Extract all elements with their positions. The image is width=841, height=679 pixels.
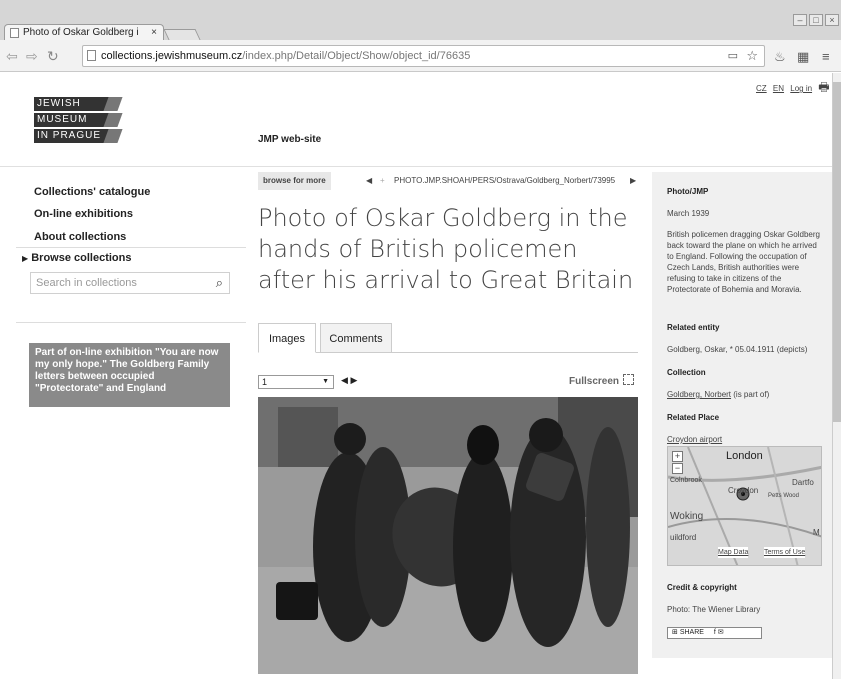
description-text: British policemen dragging Oskar Goldber… — [667, 230, 820, 294]
browse-bar: browse for more ◀ + PHOTO.JMP.SHOAH/PERS… — [258, 172, 638, 190]
map-label: Woking — [670, 511, 704, 522]
credit-label: Credit & copyright — [667, 583, 737, 592]
forward-icon[interactable]: ⇨ — [26, 48, 38, 65]
page-title: Photo of Oskar Goldberg in the hands of … — [258, 204, 634, 294]
reload-icon[interactable]: ↻ — [47, 48, 59, 65]
map-label: M — [813, 528, 820, 537]
url-path: /index.php/Detail/Object/Show/object_id/… — [242, 50, 471, 62]
date-value: March 1939 — [667, 209, 710, 218]
tab-comments[interactable]: Comments — [320, 323, 392, 353]
new-tab-button[interactable] — [163, 29, 201, 40]
share-icon: ⊞ — [672, 629, 678, 636]
menu-collections-catalogue[interactable]: Collections' catalogue — [34, 186, 150, 198]
page-select[interactable]: 1 ▼ — [258, 375, 334, 389]
search-icon[interactable]: ⌕ — [216, 273, 223, 293]
map-label: Croydon — [728, 486, 759, 495]
fullscreen-icon[interactable] — [623, 374, 634, 385]
plus-icon[interactable]: + — [380, 172, 385, 190]
prev-image-icon[interactable]: ◀ — [341, 375, 348, 385]
map-label: Petts Wood — [768, 493, 799, 499]
address-bar[interactable]: collections.jewishmuseum.cz/index.php/De… — [82, 45, 765, 67]
map-label: uildford — [670, 533, 697, 542]
collection-value: Goldberg, Norbert (is part of) — [667, 389, 822, 400]
maximize-icon[interactable]: □ — [809, 14, 823, 26]
browser-tab[interactable]: Photo of Oskar Goldberg i × — [4, 24, 164, 40]
extension-icon[interactable]: ♨ — [774, 49, 786, 65]
header-divider — [0, 166, 832, 167]
map-label: Colnbrook — [670, 477, 702, 484]
collection-relation: (is part of) — [731, 390, 770, 399]
menu-icon[interactable]: ≡ — [822, 49, 830, 64]
metadata-sidebar: Photo/JMP March 1939 British policemen d… — [652, 172, 832, 658]
related-place-label: Related Place — [667, 413, 720, 422]
object-identifier: PHOTO.JMP.SHOAH/PERS/Ostrava/Goldberg_No… — [394, 176, 616, 185]
url-host: collections.jewishmuseum.cz — [101, 50, 243, 62]
exhibition-promo[interactable]: Part of on-line exhibition "You are now … — [29, 343, 230, 407]
lang-cz-link[interactable]: CZ — [756, 84, 767, 93]
related-entity-label: Related entity — [667, 323, 720, 332]
scrollbar-thumb[interactable] — [833, 82, 841, 422]
print-icon[interactable]: 🖶 — [818, 80, 829, 94]
login-link[interactable]: Log in — [790, 84, 812, 93]
menu-browse-collections[interactable]: ▶ Browse collections — [22, 252, 131, 264]
museum-logo[interactable]: JEWISH MUSEUM IN PRAGUE — [34, 97, 116, 145]
search-input[interactable]: Search in collections ⌕ — [30, 272, 230, 294]
logo-line: IN PRAGUE — [34, 129, 116, 143]
page-select-value: 1 — [262, 377, 268, 387]
page-icon — [87, 50, 96, 61]
source-label: Photo/JMP — [667, 187, 709, 196]
menu-divider — [16, 322, 246, 323]
collection-link[interactable]: Goldberg, Norbert — [667, 390, 731, 399]
social-icons[interactable]: f ✉ — [714, 629, 724, 636]
triangle-right-icon: ▶ — [22, 254, 29, 263]
image-pager: ◀ ▶ — [341, 375, 357, 386]
lang-en-link[interactable]: EN — [773, 84, 784, 93]
menu-divider — [16, 247, 246, 248]
terms-of-use-link[interactable]: Terms of Use — [764, 547, 806, 558]
map-label: Dartfo — [792, 478, 814, 487]
share-label: SHARE — [679, 629, 704, 636]
search-placeholder: Search in collections — [36, 277, 137, 289]
location-map[interactable]: + − London Colnbrook Croydon Dartfo Pett… — [667, 446, 822, 566]
menu-online-exhibitions[interactable]: On-line exhibitions — [34, 208, 133, 220]
logo-line: JEWISH — [34, 97, 116, 111]
browse-more-label: browse for more — [258, 172, 331, 190]
next-image-icon[interactable]: ▶ — [350, 375, 357, 385]
zoom-out-icon[interactable]: − — [672, 463, 683, 474]
prev-arrow-icon[interactable]: ◀ — [366, 172, 372, 190]
top-nav: CZ EN Log in 🖶 — [752, 78, 830, 99]
map-label: London — [726, 450, 763, 462]
page-icon — [10, 28, 19, 38]
bookmark-star-icon[interactable]: ☆ — [746, 46, 758, 66]
zoom-in-icon[interactable]: + — [672, 451, 683, 462]
close-window-icon[interactable]: × — [825, 14, 839, 26]
reader-icon[interactable]: ▭ — [728, 46, 738, 66]
map-data-link[interactable]: Map Data — [718, 547, 749, 558]
menu-about-collections[interactable]: About collections — [34, 231, 126, 243]
jmp-website-link[interactable]: JMP web-site — [258, 134, 321, 145]
related-place-link[interactable]: Croydon airport — [667, 434, 822, 445]
minimize-icon[interactable]: – — [793, 14, 807, 26]
back-icon[interactable]: ⇦ — [6, 48, 18, 65]
browse-label: Browse collections — [31, 252, 132, 264]
next-arrow-icon[interactable]: ▶ — [630, 172, 636, 190]
tab-images[interactable]: Images — [258, 323, 316, 353]
tab-title: Photo of Oskar Goldberg i — [23, 27, 139, 38]
logo-line: MUSEUM — [34, 113, 116, 127]
credit-value: Photo: The Wiener Library — [667, 605, 761, 614]
share-button[interactable]: ⊞ SHARE f ✉ — [667, 627, 762, 639]
fullscreen-button[interactable]: Fullscreen — [569, 376, 619, 387]
archival-photo[interactable] — [258, 397, 638, 674]
extension-icon-2[interactable]: ▦ — [797, 49, 809, 65]
related-entity-value: Goldberg, Oskar, * 05.04.1911 (depicts) — [667, 345, 808, 354]
chevron-down-icon: ▼ — [322, 378, 329, 385]
browser-toolbar: ⇦ ⇨ ↻ collections.jewishmuseum.cz/index.… — [0, 40, 841, 72]
collection-label: Collection — [667, 368, 706, 377]
tab-close-icon[interactable]: × — [151, 25, 157, 40]
